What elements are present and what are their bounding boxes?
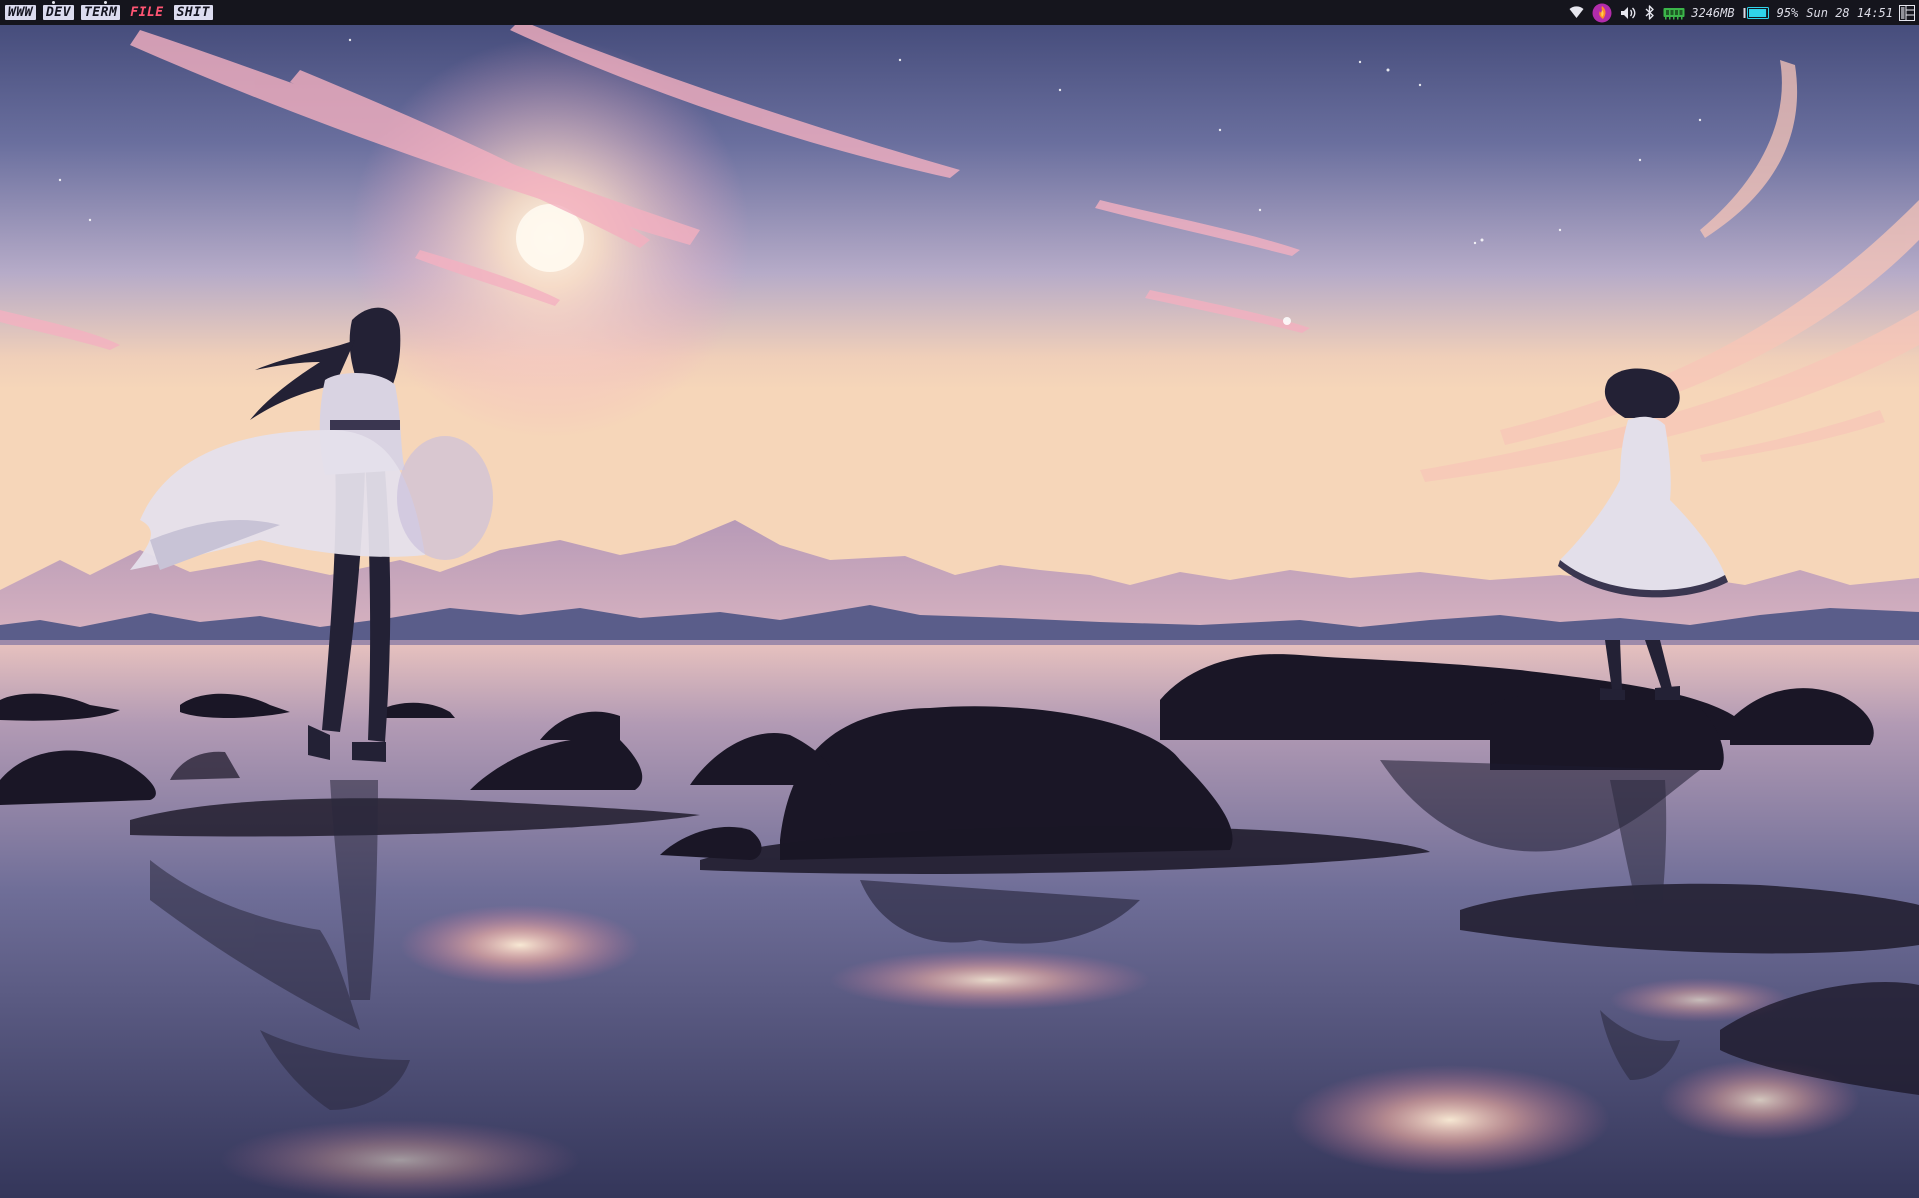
wallpaper — [0, 0, 1919, 1198]
occupied-indicator — [104, 1, 107, 4]
memory-usage: 3246MB — [1691, 0, 1734, 25]
workspace-term[interactable]: TERM — [80, 5, 121, 20]
wifi-icon[interactable] — [1569, 0, 1584, 25]
workspace-dev[interactable]: DEV — [42, 5, 74, 20]
layout-icon[interactable] — [1899, 0, 1915, 25]
bluetooth-icon[interactable] — [1645, 0, 1655, 25]
clock[interactable]: Sun 28 14:51 — [1806, 0, 1893, 25]
workspace-file[interactable]: FILE — [127, 5, 166, 20]
top-status-bar: WWW DEV TERM FILE SHIT 3246MB 95% Sun 28… — [0, 0, 1919, 25]
workspace-list: WWW DEV TERM FILE SHIT — [5, 0, 213, 25]
memory-text: 3246MB — [1691, 5, 1735, 20]
memory-icon — [1663, 0, 1685, 25]
desktop: WWW DEV TERM FILE SHIT 3246MB 95% Sun 28… — [0, 0, 1919, 1198]
occupied-indicator — [52, 1, 55, 4]
volume-icon[interactable] — [1620, 0, 1637, 25]
clock-text: Sun 28 14:51 — [1806, 5, 1893, 20]
battery-percent: 95% — [1776, 5, 1799, 20]
firefox-icon[interactable] — [1592, 0, 1612, 25]
system-tray: 3246MB 95% Sun 28 14:51 — [1569, 0, 1915, 25]
workspace-shit[interactable]: SHIT — [173, 5, 213, 20]
battery-icon — [1743, 0, 1771, 25]
battery-status: 95% — [1777, 0, 1799, 25]
workspace-www[interactable]: WWW — [5, 5, 36, 20]
